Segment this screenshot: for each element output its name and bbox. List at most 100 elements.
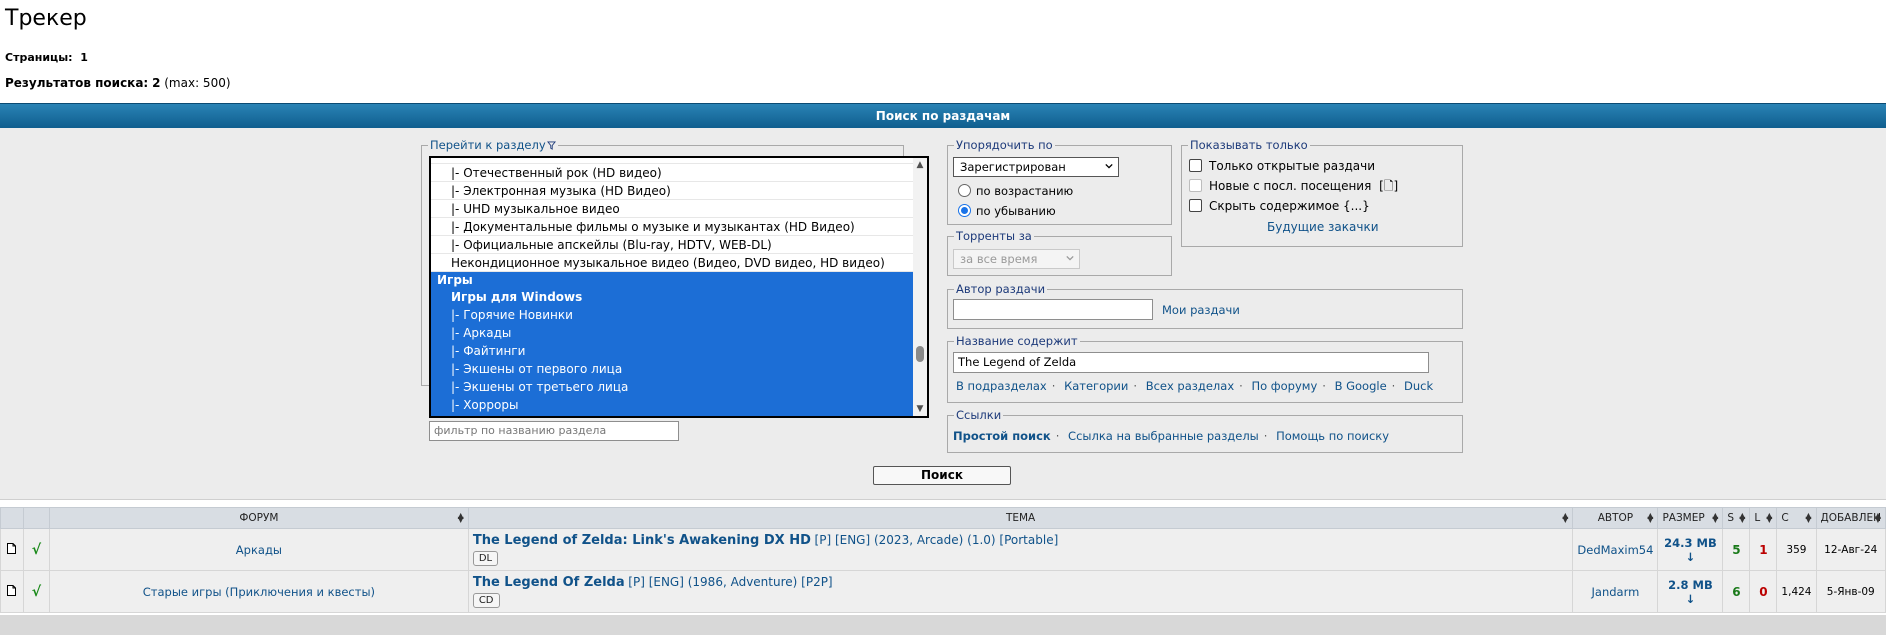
forum-option[interactable]: |- UHD музыкальное видео: [431, 200, 913, 218]
radio-button[interactable]: [958, 184, 971, 197]
open-only-option[interactable]: Только открытые раздачи: [1189, 159, 1375, 174]
new-since-visit-option[interactable]: Новые с посл. посещения [🗋]: [1189, 179, 1398, 194]
forum-option[interactable]: Некондиционное музыкальное видео (Видео,…: [431, 254, 913, 272]
download-link[interactable]: 24.3 MB ↓: [1664, 536, 1717, 564]
title-search-input[interactable]: The Legend of Zelda: [953, 352, 1429, 373]
list-item-clipped: [431, 414, 913, 416]
sort-icon[interactable]: ▲ ▼: [1562, 512, 1568, 524]
forum-option-selected[interactable]: |- Хорроры: [431, 396, 913, 414]
scope-link-subforums[interactable]: В подразделах: [956, 379, 1047, 393]
header-author-label: АВТОР: [1597, 512, 1634, 524]
author-legend: Автор раздачи: [954, 282, 1048, 296]
header-leechers[interactable]: L ▲ ▼: [1749, 507, 1778, 529]
author-link[interactable]: Jandarm: [1592, 585, 1640, 599]
size-cell: 24.3 MB ↓: [1657, 528, 1724, 571]
my-releases-text[interactable]: Мои раздачи: [1162, 303, 1240, 317]
selected-forums-link[interactable]: Ссылка на выбранные разделы: [1068, 429, 1259, 443]
search-panel-header: Поиск по раздачам: [0, 103, 1886, 128]
header-topic[interactable]: ТЕМА ▲ ▼: [467, 507, 1574, 529]
sort-icon[interactable]: ▲ ▼: [1875, 512, 1881, 524]
order-asc-option[interactable]: по возрастанию: [958, 184, 1073, 198]
scroll-down-icon[interactable]: ▼: [915, 404, 925, 414]
sort-icon[interactable]: ▲ ▼: [1766, 512, 1772, 524]
funnel-icon[interactable]: [546, 141, 556, 150]
topic-tags[interactable]: [P] [ENG] (2023, Arcade) (1.0) [Portable…: [815, 533, 1059, 547]
forum-chooser-legend: Перейти к разделу: [428, 138, 558, 152]
search-help-link[interactable]: Помощь по поиску: [1276, 429, 1389, 443]
topic-tags[interactable]: [P] [ENG] (1986, Adventure) [P2P]: [628, 575, 832, 589]
simple-search-link[interactable]: Простой поиск: [953, 429, 1051, 443]
sort-legend: Упорядочить по: [954, 138, 1055, 152]
radio-button-checked[interactable]: [958, 204, 971, 217]
sort-icon[interactable]: ▲ ▼: [458, 512, 464, 524]
sort-icon[interactable]: ▲ ▼: [1712, 512, 1718, 524]
scope-link-all-forums[interactable]: Всех разделах: [1146, 379, 1234, 393]
future-downloads-text[interactable]: Будущие закачки: [1267, 220, 1379, 234]
scope-link-forum[interactable]: По форуму: [1251, 379, 1317, 393]
period-select[interactable]: за все время: [953, 249, 1080, 269]
forum-option-selected[interactable]: |- Экшены от первого лица: [431, 360, 913, 378]
forum-option[interactable]: |- Документальные фильмы о музыке и музы…: [431, 218, 913, 236]
forum-option-selected[interactable]: |- Файтинги: [431, 342, 913, 360]
forum-option-selected[interactable]: Игры для Windows: [431, 288, 913, 306]
forum-option[interactable]: |- Отечественный рок (HD видео): [431, 164, 913, 182]
forum-option[interactable]: |- Электронная музыка (HD Видео): [431, 182, 913, 200]
sort-icon[interactable]: ▲ ▼: [1647, 512, 1653, 524]
header-forum-label: ФОРУМ: [239, 512, 279, 524]
author-link[interactable]: DedMaxim54: [1577, 543, 1653, 557]
added-cell: 12-Авг-24: [1815, 528, 1886, 571]
scroll-thumb[interactable]: [916, 346, 924, 362]
scope-link-duck[interactable]: Duck: [1404, 379, 1433, 393]
forum-select-list[interactable]: |- Отечественный рок (HD видео) |- Элект…: [429, 156, 929, 418]
period-legend: Торренты за: [954, 229, 1034, 243]
checkbox-disabled[interactable]: [1189, 179, 1202, 192]
header-icon-col: [0, 507, 24, 529]
show-only-legend: Показывать только: [1188, 138, 1310, 152]
file-icon: [7, 584, 17, 596]
topic-title-link[interactable]: The Legend Of Zelda: [473, 575, 625, 590]
header-forum[interactable]: ФОРУМ ▲ ▼: [48, 507, 469, 529]
author-input[interactable]: [953, 299, 1153, 320]
topic-badge: DL: [472, 551, 499, 566]
search-button[interactable]: Поиск: [873, 466, 1011, 485]
forum-option-selected[interactable]: |- Горячие Новинки: [431, 306, 913, 324]
my-releases-link[interactable]: Мои раздачи: [1162, 303, 1240, 317]
scope-link-categories[interactable]: Категории: [1064, 379, 1128, 393]
sort-icon[interactable]: ▲ ▼: [1805, 512, 1811, 524]
forum-list-scrollbar[interactable]: ▲ ▼: [913, 158, 927, 416]
seeders-cell: 6: [1722, 570, 1751, 613]
hide-contents-option[interactable]: Скрыть содержимое {...}: [1189, 199, 1370, 214]
pages-value[interactable]: 1: [80, 51, 88, 64]
scroll-up-icon[interactable]: ▲: [915, 160, 925, 170]
header-size[interactable]: РАЗМЕР ▲ ▼: [1657, 507, 1724, 529]
header-completed[interactable]: C ▲ ▼: [1776, 507, 1817, 529]
header-author[interactable]: АВТОР ▲ ▼: [1572, 507, 1659, 529]
topic-title-link[interactable]: The Legend of Zelda: Link's Awakening DX…: [473, 533, 811, 548]
forum-filter-input[interactable]: фильтр по названию раздела: [429, 421, 679, 441]
forum-option-selected[interactable]: |- Экшены от третьего лица: [431, 378, 913, 396]
results-label: Результатов поиска:: [5, 76, 149, 90]
sort-select[interactable]: Зарегистрирован: [953, 157, 1119, 177]
author-cell: Jandarm: [1572, 570, 1659, 613]
checkbox[interactable]: [1189, 199, 1202, 212]
scope-link-google[interactable]: В Google: [1335, 379, 1387, 393]
download-link[interactable]: 2.8 MB ↓: [1668, 578, 1713, 606]
pages-indicator: Страницы: 1: [5, 51, 88, 64]
checkbox[interactable]: [1189, 159, 1202, 172]
forum-link[interactable]: Аркады: [236, 543, 282, 557]
forum-category[interactable]: Игры: [431, 272, 913, 288]
header-added-label: ДОБАВЛЕН: [1820, 512, 1881, 524]
chevron-down-icon: [1066, 255, 1074, 261]
future-downloads-link[interactable]: Будущие закачки: [1267, 220, 1379, 234]
forum-option[interactable]: |- Официальные апскейлы (Blu-ray, HDTV, …: [431, 236, 913, 254]
forum-chooser-link[interactable]: Перейти к разделу: [430, 138, 546, 152]
header-added[interactable]: ДОБАВЛЕН ▲ ▼: [1815, 507, 1886, 529]
forum-link[interactable]: Старые игры (Приключения и квесты): [143, 585, 375, 599]
header-seeders[interactable]: S ▲ ▼: [1722, 507, 1751, 529]
forum-option-selected[interactable]: |- Аркады: [431, 324, 913, 342]
sort-icon[interactable]: ▲ ▼: [1739, 512, 1745, 524]
topic-cell: The Legend of Zelda: Link's Awakening DX…: [467, 528, 1574, 571]
leechers-cell: 1: [1749, 528, 1778, 571]
order-desc-option[interactable]: по убыванию: [958, 204, 1056, 218]
topic-badge: CD: [472, 593, 500, 608]
